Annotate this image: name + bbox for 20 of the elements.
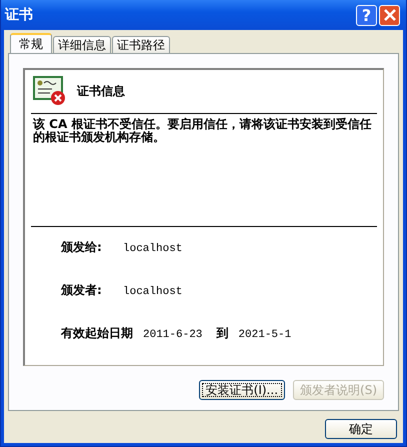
field-label: 有效起始日期: [61, 325, 133, 342]
section-heading: 证书信息: [77, 82, 125, 100]
close-icon: [382, 8, 396, 22]
dialog-button[interactable]: 安装证书(I)...: [198, 380, 286, 400]
window-title: 证书: [5, 6, 33, 24]
field-value: localhost: [123, 243, 182, 255]
ok-button[interactable]: 确定: [325, 419, 397, 439]
trust-message: 该 CA 根证书不受信任。要启用信任，请将该证书安装到受信任的根证书颁发机构存储。: [33, 118, 372, 146]
help-button[interactable]: ?: [356, 4, 377, 26]
tab[interactable]: 证书路径: [112, 36, 170, 53]
tab[interactable]: 详细信息: [53, 36, 111, 53]
date-value: 2021-5-1: [238, 329, 292, 341]
field-label: 颁发者:: [61, 282, 103, 299]
field-label: 颁发给:: [61, 239, 103, 256]
certificate-error-icon: [33, 76, 67, 106]
tab[interactable]: 常规: [10, 33, 52, 53]
date-value: 2011-6-23: [143, 329, 202, 341]
field-value: localhost: [123, 286, 182, 298]
close-button[interactable]: [379, 4, 400, 26]
date-separator: 到: [216, 325, 228, 342]
